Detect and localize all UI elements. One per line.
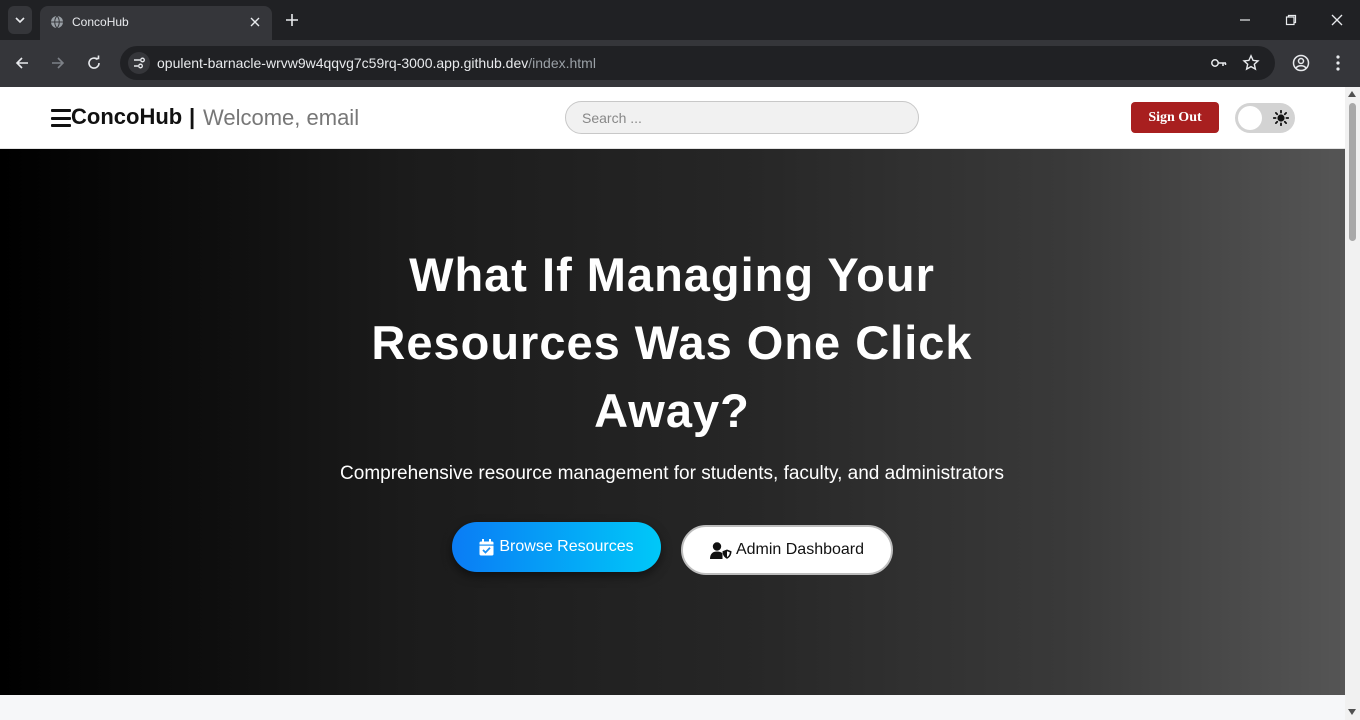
sun-icon	[1273, 110, 1289, 126]
globe-icon	[51, 15, 63, 29]
hero-section: What If Managing Your Resources Was One …	[0, 149, 1345, 695]
back-icon[interactable]	[11, 52, 33, 74]
browser-toolbar: opulent-barnacle-wrvw9w4qqvg7c59rq-3000.…	[0, 40, 1360, 87]
hamburger-icon[interactable]	[51, 109, 71, 127]
sign-out-button[interactable]: Sign Out	[1131, 102, 1219, 133]
reload-icon[interactable]	[83, 52, 105, 74]
brand-name[interactable]: ConcoHub	[71, 104, 182, 130]
scroll-up-arrow-icon[interactable]	[1348, 91, 1356, 97]
url-host: opulent-barnacle-wrvw9w4qqvg7c59rq-3000.…	[157, 55, 529, 71]
browse-resources-button[interactable]: Browse Resources	[452, 522, 661, 572]
restore-icon[interactable]	[1281, 10, 1301, 30]
welcome-text: Welcome, email	[203, 105, 360, 130]
address-bar[interactable]: opulent-barnacle-wrvw9w4qqvg7c59rq-3000.…	[120, 46, 1275, 80]
browse-resources-label: Browse Resources	[499, 538, 634, 555]
theme-toggle[interactable]	[1235, 103, 1295, 133]
calendar-check-icon	[479, 538, 494, 555]
bookmark-star-icon[interactable]	[1242, 54, 1260, 72]
site-info-icon[interactable]	[128, 52, 150, 74]
toggle-knob	[1238, 106, 1262, 130]
url-path: /index.html	[528, 55, 596, 71]
minimize-icon[interactable]	[1235, 10, 1255, 30]
browser-tab-bar: ConcoHub	[0, 0, 1360, 40]
page-viewport: ConcoHub | Welcome, email Sign Out What …	[0, 87, 1345, 720]
new-tab-icon[interactable]	[283, 11, 301, 29]
close-window-icon[interactable]	[1327, 10, 1347, 30]
tab-search-button[interactable]	[8, 6, 32, 34]
tab-title: ConcoHub	[72, 15, 129, 29]
kebab-menu-icon[interactable]	[1327, 52, 1349, 74]
hero-subtitle: Comprehensive resource management for st…	[340, 463, 1004, 484]
scroll-down-arrow-icon[interactable]	[1348, 709, 1356, 715]
user-shield-icon	[709, 541, 732, 559]
url-text: opulent-barnacle-wrvw9w4qqvg7c59rq-3000.…	[157, 55, 596, 71]
admin-dashboard-button[interactable]: Admin Dashboard	[681, 525, 893, 575]
key-icon[interactable]	[1210, 54, 1228, 72]
page-scrollbar[interactable]	[1345, 87, 1360, 720]
hero-title: What If Managing Your Resources Was One …	[371, 248, 973, 437]
forward-icon[interactable]	[47, 52, 69, 74]
browser-tab[interactable]: ConcoHub	[40, 6, 272, 40]
chevron-down-icon	[15, 17, 25, 24]
brand-separator: |	[189, 104, 196, 129]
site-header: ConcoHub | Welcome, email Sign Out	[0, 87, 1345, 149]
search-input[interactable]	[565, 101, 919, 134]
scroll-thumb[interactable]	[1349, 103, 1356, 241]
tab-close-icon[interactable]	[247, 14, 263, 30]
profile-icon[interactable]	[1290, 52, 1312, 74]
admin-dashboard-label: Admin Dashboard	[735, 541, 865, 558]
